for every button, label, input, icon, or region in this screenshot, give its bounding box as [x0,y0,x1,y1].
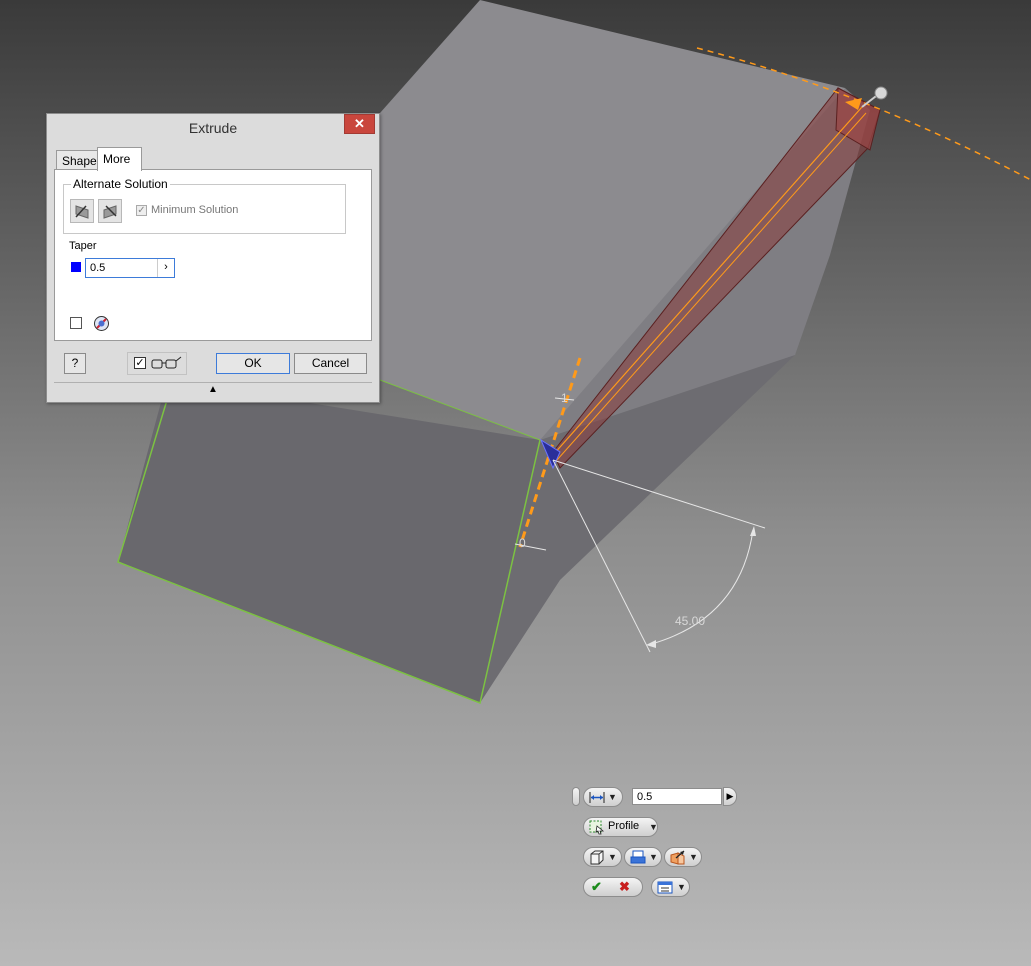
angle-dimension-label[interactable]: 45.00 [675,614,705,628]
preview-checkbox[interactable]: ✓ [134,357,146,369]
cancel-x-icon[interactable]: ✖ [619,879,630,895]
chevron-down-icon: ▼ [649,852,658,862]
minimum-solution-label: Minimum Solution [151,204,239,216]
chevron-down-icon: ▼ [689,852,698,862]
extrude-dialog: Extrude ✕ Shape More Alternate Solution … [46,113,380,403]
glasses-icon [151,356,182,369]
expand-dialog-toggle[interactable]: ▲ [54,382,372,397]
distance-input[interactable]: 0.5 [632,788,722,805]
solid-output-icon [590,850,604,865]
options-dropdown[interactable]: ▼ [651,877,690,897]
small-dimension-1[interactable]: 1 [561,391,568,405]
output-type-dropdown[interactable]: ▼ [583,847,622,867]
chevron-down-icon: ▼ [608,792,617,802]
flip-icon [75,205,89,219]
dialog-title: Extrude [188,120,238,136]
list-options-icon [657,881,673,894]
taper-color-swatch [71,262,81,272]
apply-cancel-group: ✔ ✖ [583,877,643,897]
direction-icon [670,850,685,865]
distance-extent-icon [589,792,605,803]
small-dimension-2[interactable]: 0 [519,536,526,550]
help-button[interactable]: ? [64,353,86,374]
direction-dropdown[interactable]: ▼ [664,847,702,867]
profile-label: Profile [608,820,640,832]
extrude-drag-handle[interactable] [874,86,888,100]
mini-toolbar-grip[interactable] [572,787,580,806]
taper-value: 0.5 [90,262,106,274]
chevron-down-icon: ▼ [677,882,686,892]
tab-more[interactable]: More [97,147,142,171]
alternate-solution-button-1[interactable] [70,199,94,223]
taper-label: Taper [69,240,97,252]
profile-select-icon [589,820,605,835]
join-operation-icon [630,850,646,864]
more-tab-panel: Alternate Solution ✓ Minimum Solution Ta… [54,169,372,341]
ok-check-icon[interactable]: ✔ [591,879,602,895]
alternate-solution-legend: Alternate Solution [71,177,170,191]
dialog-titlebar[interactable]: Extrude ✕ [47,114,379,142]
match-shape-checkbox[interactable] [70,317,82,329]
minimum-solution-checkbox[interactable]: ✓ [136,205,147,216]
taper-flyout-arrow[interactable]: › [157,259,174,277]
preview-toggle: ✓ [127,352,187,375]
chevron-down-icon: ▼ [608,852,617,862]
distance-value: 0.5 [637,791,653,803]
close-button[interactable]: ✕ [344,114,375,134]
infer-surface-icon[interactable] [93,315,110,332]
ok-button[interactable]: OK [216,353,290,374]
chevron-down-icon: ▼ [649,822,658,832]
cancel-button[interactable]: Cancel [294,353,367,374]
tab-shape[interactable]: Shape [56,150,103,169]
extents-dropdown[interactable]: ▼ [583,787,623,807]
operation-dropdown[interactable]: ▼ [624,847,662,867]
taper-input[interactable]: 0.5 › [85,258,175,278]
alternate-solution-button-2[interactable] [98,199,122,223]
flip-alt-icon [103,205,117,219]
alternate-solution-group: Alternate Solution ✓ Minimum Solution [63,177,346,234]
